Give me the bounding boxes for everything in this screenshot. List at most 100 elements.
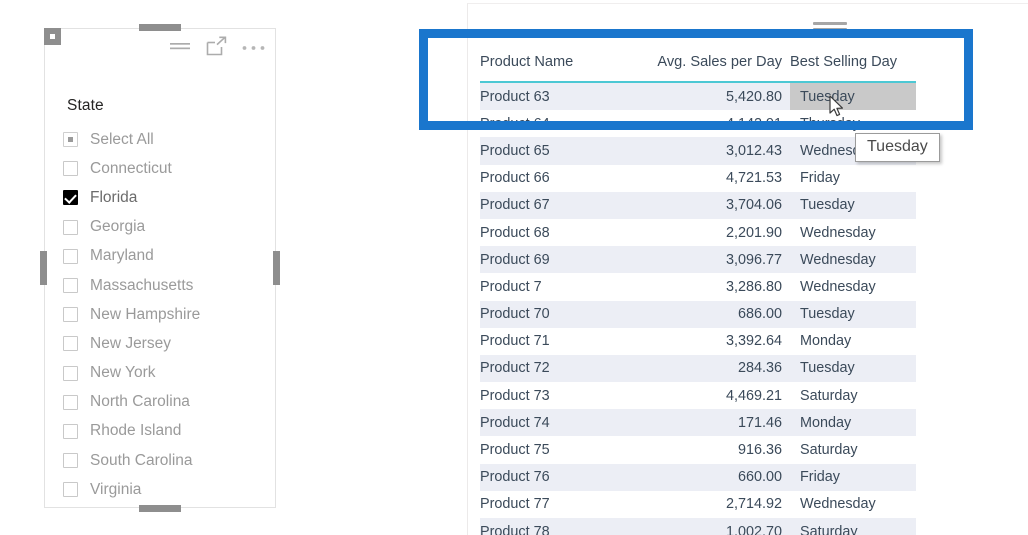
column-header-avg-sales[interactable]: Avg. Sales per Day	[640, 48, 790, 83]
resize-handle-left[interactable]	[40, 251, 47, 285]
slicer-item-select-all[interactable]: Select All	[63, 125, 265, 154]
resize-handle-bottom-right[interactable]	[44, 28, 61, 45]
table-row[interactable]: Product 74 171.46 Monday	[480, 409, 916, 437]
checkbox-icon[interactable]	[63, 190, 78, 206]
cell-best-selling-day[interactable]: Wednesday	[790, 218, 916, 247]
slicer-item-virginia[interactable]: Virginia	[63, 475, 265, 504]
cell-product-name[interactable]: Product 7	[480, 273, 640, 301]
table-row[interactable]: Product 76 660.00 Friday	[480, 463, 916, 491]
cell-best-selling-day[interactable]: Tuesday	[790, 300, 916, 328]
slicer-item-new-hampshire[interactable]: New Hampshire	[63, 300, 265, 329]
product-table-visual[interactable]: Product Name Avg. Sales per Day Best Sel…	[467, 3, 1028, 535]
cell-best-selling-day[interactable]: Wednesday	[790, 490, 916, 518]
cell-product-name[interactable]: Product 70	[480, 300, 640, 328]
filter-icon[interactable]	[168, 38, 192, 59]
drag-handle-icon[interactable]	[813, 22, 847, 31]
cell-best-selling-day[interactable]: Saturday	[790, 382, 916, 410]
cell-product-name[interactable]: Product 77	[480, 490, 640, 518]
cell-product-name[interactable]: Product 75	[480, 436, 640, 464]
column-header-product-name[interactable]: Product Name	[480, 48, 640, 83]
table-row[interactable]: Product 70 686.00 Tuesday	[480, 300, 916, 328]
slicer-item-new-jersey[interactable]: New Jersey	[63, 329, 265, 358]
cell-avg-sales[interactable]: 3,096.77	[640, 246, 790, 274]
cell-avg-sales[interactable]: 284.36	[640, 354, 790, 383]
checkbox-icon[interactable]	[63, 482, 78, 498]
checkbox-icon[interactable]	[63, 278, 78, 294]
cell-avg-sales[interactable]: 1,002.70	[640, 518, 790, 535]
checkbox-icon[interactable]	[63, 453, 78, 469]
cell-best-selling-day[interactable]: Monday	[790, 327, 916, 355]
resize-handle-top[interactable]	[139, 24, 181, 31]
cell-best-selling-day[interactable]: Monday	[790, 409, 916, 437]
table-row[interactable]: Product 67 3,704.06 Tuesday	[480, 191, 916, 219]
table-row[interactable]: Product 77 2,714.92 Wednesday	[480, 490, 916, 518]
checkbox-icon[interactable]	[63, 394, 78, 410]
cell-avg-sales[interactable]: 2,201.90	[640, 218, 790, 247]
checkbox-icon[interactable]	[63, 161, 78, 177]
table-row[interactable]: Product 71 3,392.64 Monday	[480, 327, 916, 355]
checkbox-icon[interactable]	[63, 132, 78, 148]
table-row[interactable]: Product 65 3,012.43 Wednesday	[480, 137, 916, 165]
resize-handle-right[interactable]	[273, 251, 280, 285]
table-row[interactable]: Product 63 5,420.80 Tuesday	[480, 82, 916, 111]
resize-handle-bottom[interactable]	[139, 505, 181, 512]
cell-product-name[interactable]: Product 73	[480, 382, 640, 410]
cell-product-name[interactable]: Product 76	[480, 463, 640, 491]
cell-best-selling-day[interactable]: Saturday	[790, 518, 916, 535]
focus-mode-icon[interactable]	[206, 36, 227, 61]
slicer-item-north-carolina[interactable]: North Carolina	[63, 388, 265, 417]
cell-avg-sales[interactable]: 660.00	[640, 463, 790, 491]
cell-best-selling-day[interactable]: Tuesday	[790, 191, 916, 219]
cell-product-name[interactable]: Product 68	[480, 218, 640, 247]
cell-avg-sales[interactable]: 686.00	[640, 300, 790, 328]
cell-avg-sales[interactable]: 4,142.91	[640, 110, 790, 138]
cell-best-selling-day[interactable]: Tuesday	[790, 82, 916, 111]
table-row[interactable]: Product 68 2,201.90 Wednesday	[480, 218, 916, 247]
cell-product-name[interactable]: Product 66	[480, 164, 640, 192]
slicer-item-rhode-island[interactable]: Rhode Island	[63, 417, 265, 446]
slicer-item-new-york[interactable]: New York	[63, 359, 265, 388]
column-header-best-selling-day[interactable]: Best Selling Day	[790, 48, 916, 83]
table-row[interactable]: Product 64 4,142.91 Thursday	[480, 110, 916, 138]
cell-avg-sales[interactable]: 3,392.64	[640, 327, 790, 355]
cell-avg-sales[interactable]: 4,721.53	[640, 164, 790, 192]
slicer-item-maryland[interactable]: Maryland	[63, 242, 265, 271]
table-row[interactable]: Product 78 1,002.70 Saturday	[480, 518, 916, 535]
cell-avg-sales[interactable]: 4,469.21	[640, 382, 790, 410]
checkbox-icon[interactable]	[63, 219, 78, 235]
cell-avg-sales[interactable]: 3,012.43	[640, 137, 790, 165]
checkbox-icon[interactable]	[63, 423, 78, 439]
cell-product-name[interactable]: Product 78	[480, 518, 640, 535]
cell-best-selling-day[interactable]: Tuesday	[790, 354, 916, 383]
cell-product-name[interactable]: Product 74	[480, 409, 640, 437]
table-row[interactable]: Product 72 284.36 Tuesday	[480, 354, 916, 383]
cell-best-selling-day[interactable]: Friday	[790, 463, 916, 491]
checkbox-icon[interactable]	[63, 307, 78, 323]
cell-product-name[interactable]: Product 67	[480, 191, 640, 219]
cell-avg-sales[interactable]: 3,704.06	[640, 191, 790, 219]
more-options-icon[interactable]	[241, 39, 267, 57]
slicer-item-connecticut[interactable]: Connecticut	[63, 154, 265, 183]
cell-product-name[interactable]: Product 65	[480, 137, 640, 165]
table-row[interactable]: Product 7 3,286.80 Wednesday	[480, 273, 916, 301]
cell-product-name[interactable]: Product 69	[480, 246, 640, 274]
slicer-item-list[interactable]: Select All Connecticut Florida Georgia Maryl…	[63, 125, 265, 504]
cell-product-name[interactable]: Product 71	[480, 327, 640, 355]
slicer-item-florida[interactable]: Florida	[63, 183, 265, 212]
cell-product-name[interactable]: Product 63	[480, 82, 640, 111]
slicer-item-georgia[interactable]: Georgia	[63, 213, 265, 242]
table-row[interactable]: Product 75 916.36 Saturday	[480, 436, 916, 464]
cell-avg-sales[interactable]: 3,286.80	[640, 273, 790, 301]
slicer-item-south-carolina[interactable]: South Carolina	[63, 446, 265, 475]
slicer-item-massachusetts[interactable]: Massachusetts	[63, 271, 265, 300]
checkbox-icon[interactable]	[63, 336, 78, 352]
cell-best-selling-day[interactable]: Saturday	[790, 436, 916, 464]
cell-best-selling-day[interactable]: Wednesday	[790, 246, 916, 274]
cell-product-name[interactable]: Product 64	[480, 110, 640, 138]
cell-avg-sales[interactable]: 2,714.92	[640, 490, 790, 518]
cell-avg-sales[interactable]: 5,420.80	[640, 82, 790, 111]
checkbox-icon[interactable]	[63, 365, 78, 381]
cell-best-selling-day[interactable]: Wednesday	[790, 273, 916, 301]
state-slicer-visual[interactable]: State Select All Connecticut Florida Georgi…	[40, 24, 280, 512]
cell-avg-sales[interactable]: 171.46	[640, 409, 790, 437]
